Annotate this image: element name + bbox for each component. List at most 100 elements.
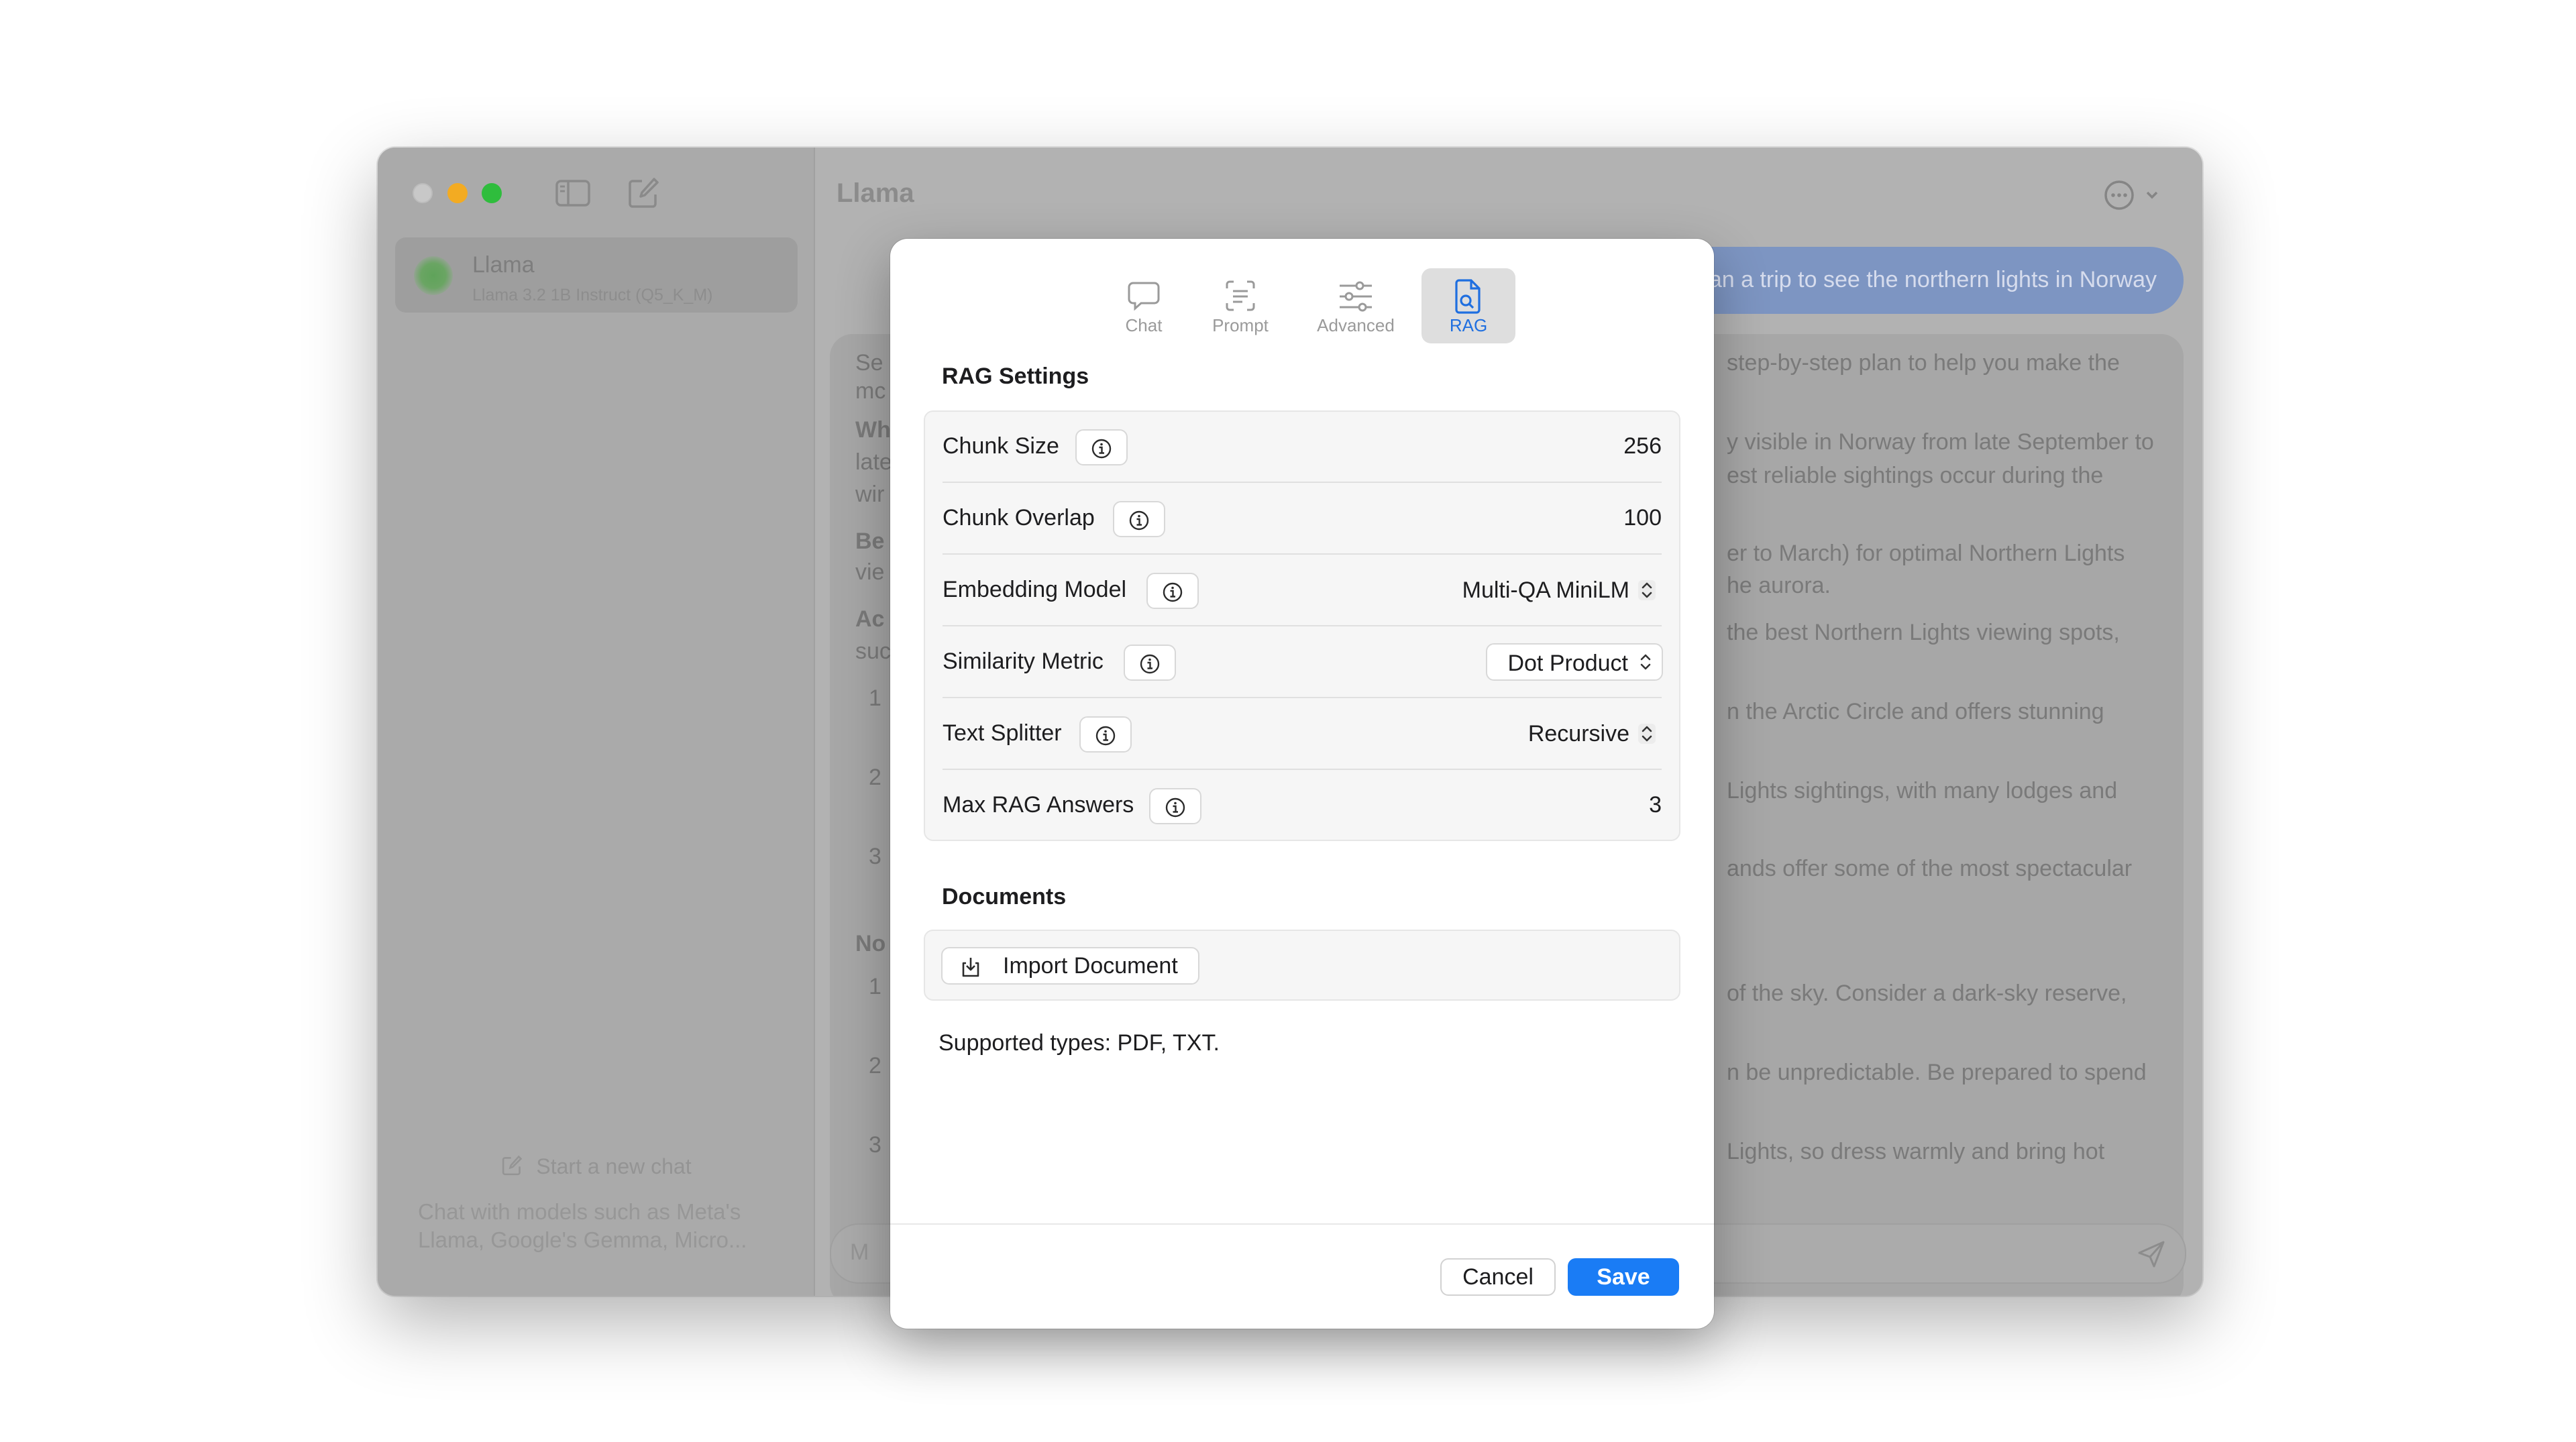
tab-label: Advanced (1317, 315, 1395, 335)
compose-icon[interactable] (625, 174, 662, 212)
assistant-text-fragment: er to March) for optimal Northern Lights (1727, 541, 2125, 566)
window-minimize-button[interactable] (447, 183, 468, 203)
assistant-text-fragment: of the sky. Consider a dark-sky reserve, (1727, 981, 2127, 1006)
more-options-icon[interactable] (2102, 178, 2169, 212)
text-splitter-label: Text Splitter (943, 720, 1062, 746)
chevron-up-down-icon (1638, 580, 1656, 600)
embedding-model-row: Embedding Model Multi-QA MiniLM (925, 555, 1679, 626)
assistant-text-fragment: step-by-step plan to help you make the (1727, 350, 2120, 376)
tab-label: Prompt (1212, 315, 1269, 335)
info-icon (1165, 797, 1185, 818)
chevron-up-down-icon (1638, 724, 1656, 744)
similarity-metric-label: Similarity Metric (943, 649, 1104, 674)
import-document-button[interactable]: Import Document (941, 947, 1199, 985)
assistant-text-fragment: he aurora. (1727, 573, 1831, 598)
divider (943, 482, 1662, 483)
tab-label: RAG (1449, 315, 1488, 335)
chevron-up-down-icon (1640, 654, 1651, 670)
assistant-text-fragment: mc (855, 378, 886, 404)
rag-settings-title: RAG Settings (942, 364, 1089, 389)
similarity-metric-value: Dot Product (1507, 651, 1628, 676)
similarity-metric-select[interactable]: Dot Product (1486, 643, 1663, 681)
tab-advanced[interactable]: Advanced (1302, 268, 1409, 343)
divider (943, 625, 1662, 626)
assistant-text-fragment: wir (855, 482, 885, 507)
max-rag-answers-row: Max RAG Answers 3 (925, 771, 1679, 842)
assistant-text-fragment: No (855, 931, 886, 956)
assistant-text-fragment: n the Arctic Circle and offers stunning (1727, 699, 2104, 724)
assistant-text-fragment: Ac (855, 606, 885, 632)
info-icon (1140, 654, 1160, 674)
assistant-text-fragment: vie (855, 559, 885, 585)
window-close-button[interactable] (413, 183, 433, 203)
tab-label: Chat (1125, 315, 1163, 335)
documents-card: Import Document (924, 930, 1680, 1001)
send-icon[interactable] (2135, 1238, 2167, 1270)
model-subtitle: Llama 3.2 1B Instruct (Q5_K_M) (472, 286, 713, 304)
start-new-chat[interactable]: Start a new chat (378, 1154, 814, 1179)
chunk-size-value[interactable]: 256 (1623, 433, 1662, 459)
new-chat-description: Chat with models such as Meta's Llama, G… (418, 1198, 794, 1254)
message-input-placeholder: M (850, 1239, 869, 1265)
assistant-text-fragment: suc (855, 639, 891, 664)
divider (943, 769, 1662, 770)
document-search-icon (1455, 279, 1481, 314)
embedding-model-value: Multi-QA MiniLM (1462, 577, 1629, 603)
avatar (414, 256, 453, 295)
assistant-text-fragment: 3 (869, 844, 881, 869)
info-icon (1163, 582, 1183, 602)
chat-title: Llama (837, 178, 914, 208)
assistant-text-fragment: late (855, 449, 892, 475)
window-maximize-button[interactable] (482, 183, 502, 203)
divider (943, 553, 1662, 555)
max-rag-answers-label: Max RAG Answers (943, 792, 1134, 818)
assistant-text-fragment: 3 (869, 1132, 881, 1158)
tab-chat[interactable]: Chat (1104, 268, 1184, 343)
user-message-text: an a trip to see the northern lights in … (1709, 267, 2157, 292)
rag-settings-card: Chunk Size 256 Chunk Overlap 100 Embeddi… (924, 410, 1680, 841)
supported-types-text: Supported types: PDF, TXT. (938, 1030, 1220, 1056)
assistant-text-fragment: 1 (869, 974, 881, 999)
tab-prompt[interactable]: Prompt (1200, 268, 1281, 343)
similarity-metric-info-button[interactable] (1124, 645, 1176, 681)
new-chat-description-line: Llama, Google's Gemma, Micro... (418, 1227, 747, 1252)
sliders-icon (1340, 281, 1372, 312)
prompt-icon (1226, 280, 1255, 311)
documents-title: Documents (942, 884, 1067, 909)
import-icon (962, 958, 979, 977)
similarity-metric-row: Similarity Metric Dot Product (925, 627, 1679, 698)
sidebar: Llama Llama 3.2 1B Instruct (Q5_K_M) Sta… (378, 148, 815, 1296)
embedding-model-info-button[interactable] (1146, 573, 1199, 609)
assistant-text-fragment: 2 (869, 765, 881, 790)
info-icon (1091, 439, 1112, 459)
sidebar-toggle-icon[interactable] (554, 174, 592, 212)
model-name: Llama (472, 252, 535, 278)
max-rag-answers-value[interactable]: 3 (1649, 792, 1662, 818)
compose-icon (502, 1155, 523, 1176)
chunk-overlap-row: Chunk Overlap 100 (925, 484, 1679, 555)
tab-rag[interactable]: RAG (1421, 268, 1515, 343)
text-splitter-info-button[interactable] (1079, 716, 1132, 753)
divider (943, 697, 1662, 698)
save-button[interactable]: Save (1568, 1258, 1679, 1296)
info-icon (1095, 726, 1116, 746)
text-splitter-row: Text Splitter Recursive (925, 699, 1679, 770)
assistant-text-fragment: Wh (855, 417, 891, 443)
assistant-text-fragment: Lights sightings, with many lodges and (1727, 778, 2118, 803)
embedding-model-select[interactable]: Multi-QA MiniLM (1442, 571, 1663, 609)
settings-dialog: Chat Prompt Advanced RAG RAG Settings Ch… (890, 239, 1714, 1329)
chunk-size-row: Chunk Size 256 (925, 412, 1679, 483)
assistant-text-fragment: n be unpredictable. Be prepared to spend (1727, 1060, 2147, 1085)
max-rag-answers-info-button[interactable] (1149, 788, 1201, 824)
import-document-label: Import Document (1003, 953, 1178, 979)
chunk-overlap-value[interactable]: 100 (1623, 505, 1662, 531)
chunk-size-label: Chunk Size (943, 433, 1059, 459)
assistant-text-fragment: ands offer some of the most spectacular (1727, 856, 2133, 881)
model-list-item[interactable]: Llama Llama 3.2 1B Instruct (Q5_K_M) (395, 237, 798, 313)
cancel-button[interactable]: Cancel (1440, 1258, 1556, 1296)
text-splitter-select[interactable]: Recursive (1508, 715, 1663, 753)
assistant-text-fragment: 1 (869, 685, 881, 711)
chunk-size-info-button[interactable] (1075, 429, 1128, 465)
chunk-overlap-info-button[interactable] (1113, 501, 1165, 537)
chunk-overlap-label: Chunk Overlap (943, 505, 1095, 531)
